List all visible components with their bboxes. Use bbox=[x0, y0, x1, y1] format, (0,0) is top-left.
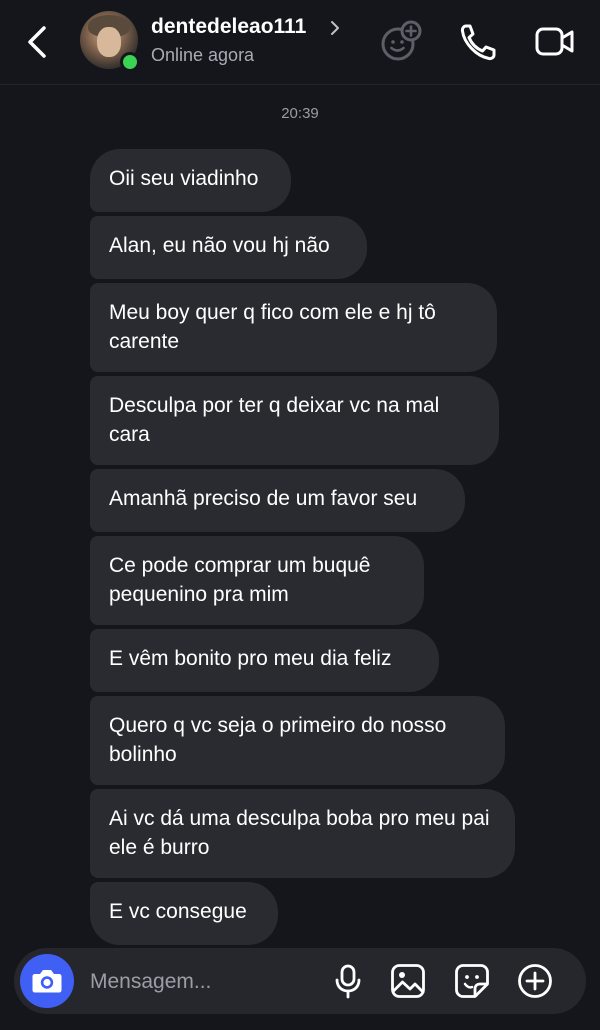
message-bubble[interactable]: Alan, eu não vou hj não bbox=[90, 216, 367, 279]
audio-call-button[interactable] bbox=[457, 20, 501, 64]
message-input[interactable] bbox=[88, 962, 322, 1002]
microphone-icon bbox=[335, 964, 361, 999]
message-timestamp: 20:39 bbox=[281, 105, 319, 122]
message-bubble[interactable]: Ai vc dá uma desculpa boba pro meu pai e… bbox=[90, 789, 515, 878]
phone-icon bbox=[460, 24, 496, 61]
online-status-dot bbox=[120, 52, 140, 72]
voice-message-button[interactable] bbox=[330, 963, 366, 999]
message-bubble[interactable]: Desculpa por ter q deixar vc na mal cara bbox=[90, 376, 499, 465]
message-bubble[interactable]: Quero q vc seja o primeiro do nosso boli… bbox=[90, 696, 505, 785]
more-actions-button[interactable] bbox=[517, 963, 553, 999]
message-bubble[interactable]: Ce pode comprar um buquê pequenino pra m… bbox=[90, 536, 424, 625]
back-button[interactable] bbox=[22, 22, 54, 62]
gallery-button[interactable] bbox=[390, 963, 426, 999]
chevron-right-icon bbox=[331, 21, 339, 35]
message-bubble[interactable]: Amanhã preciso de um favor seu bbox=[90, 469, 465, 532]
video-call-button[interactable] bbox=[533, 20, 577, 64]
contact-username[interactable]: dentedeleao111 bbox=[151, 15, 306, 39]
image-icon bbox=[391, 964, 425, 998]
effects-button[interactable] bbox=[379, 20, 423, 64]
message-bubble[interactable]: E vêm bonito pro meu dia feliz bbox=[90, 629, 439, 692]
chevron-left-icon bbox=[28, 26, 46, 58]
plus-circle-icon bbox=[518, 964, 552, 998]
video-camera-icon bbox=[535, 27, 574, 56]
profile-chevron-button[interactable] bbox=[330, 18, 340, 38]
camera-button[interactable] bbox=[20, 954, 74, 1008]
face-plus-icon bbox=[381, 20, 422, 61]
camera-icon bbox=[32, 970, 62, 993]
message-bubble[interactable]: Oii seu viadinho bbox=[90, 149, 291, 212]
chat-header: dentedeleao111 Online agora bbox=[0, 0, 600, 85]
chat-screen: dentedeleao111 Online agora 20:39 Oii se… bbox=[0, 0, 600, 1030]
sticker-button[interactable] bbox=[454, 963, 490, 999]
message-bubble[interactable]: E vc consegue bbox=[90, 882, 278, 945]
message-bubble[interactable]: Meu boy quer q fico com ele e hj tô care… bbox=[90, 283, 497, 372]
contact-status: Online agora bbox=[151, 45, 255, 65]
sticker-icon bbox=[455, 964, 489, 998]
message-composer bbox=[14, 948, 586, 1014]
